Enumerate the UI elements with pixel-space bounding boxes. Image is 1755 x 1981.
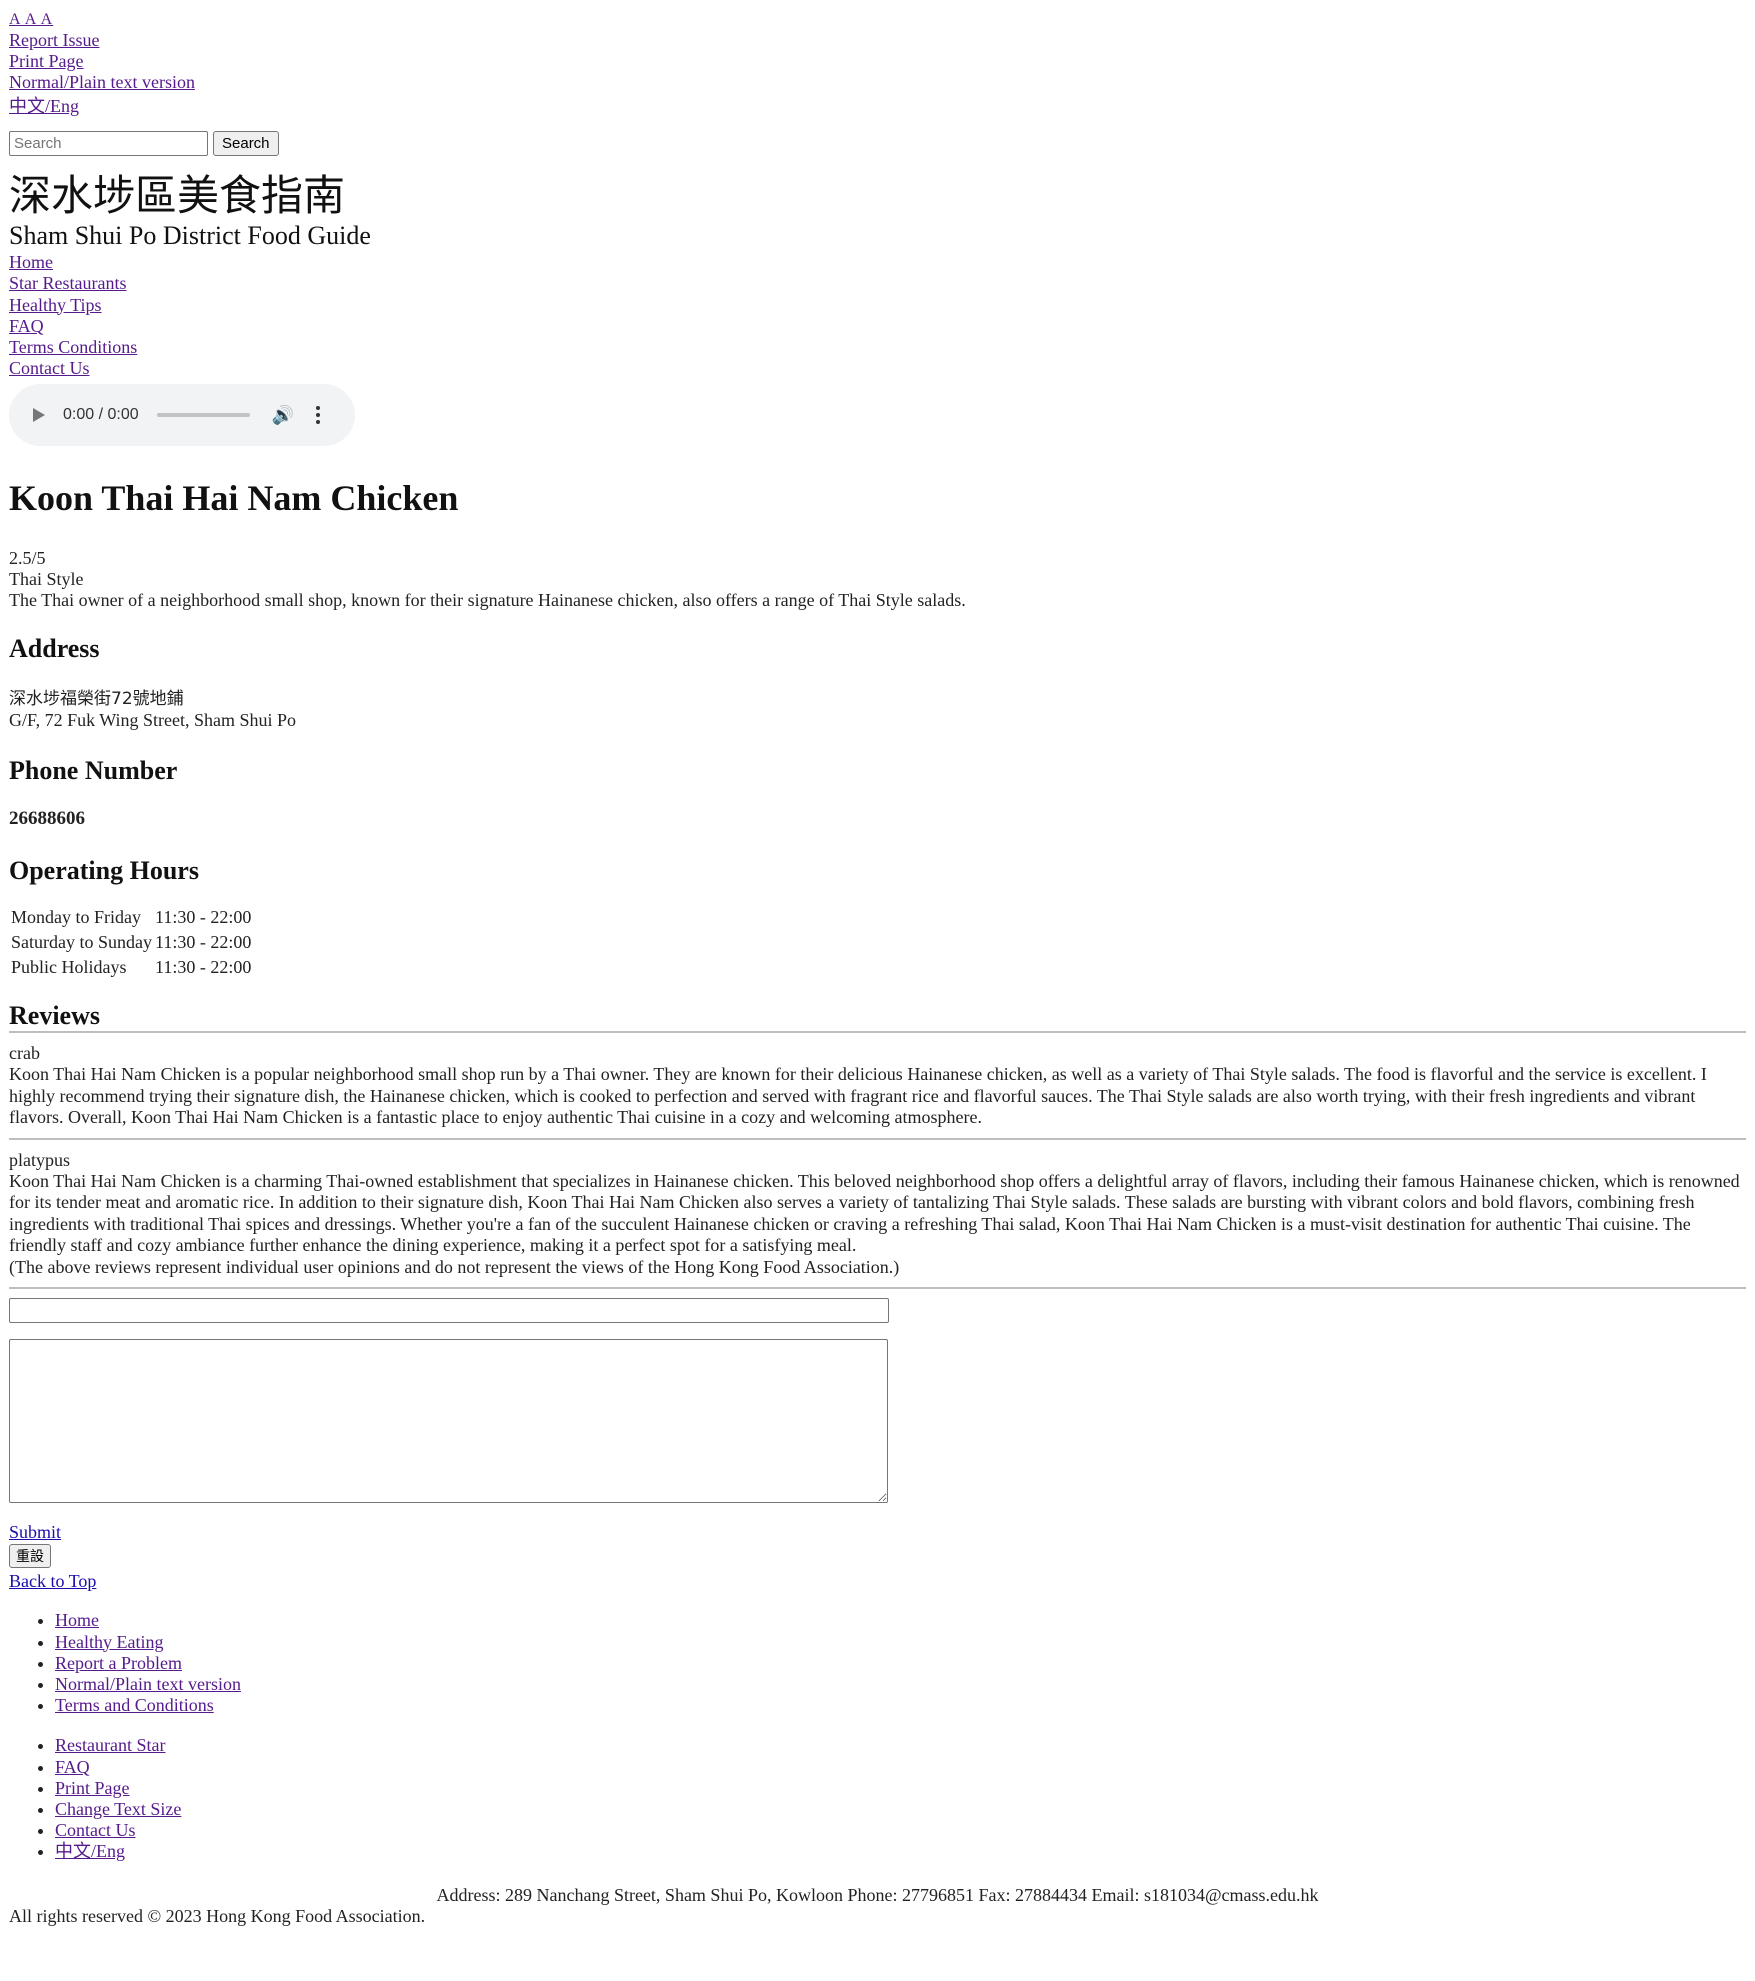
address-chinese: 深水埗福榮街72號地鋪 [9,688,184,709]
review-title-input[interactable] [9,1298,889,1324]
footer-link-terms[interactable]: Terms and Conditions [55,1695,214,1715]
nav-terms-conditions[interactable]: Terms Conditions [9,337,1746,358]
review-textarea[interactable] [9,1339,888,1504]
review-user: crab [9,1043,40,1064]
site-title-english: Sham Shui Po District Food Guide [9,221,371,250]
text-size-link[interactable]: A A A [9,9,1746,30]
footer-link-print-page[interactable]: Print Page [55,1778,130,1798]
table-row: Public Holidays 11:30 - 22:00 [11,955,251,980]
back-to-top-link[interactable]: Back to Top [9,1571,1746,1591]
hours-heading: Operating Hours [9,856,199,886]
more-options-icon[interactable] [316,405,321,424]
hours-time: 11:30 - 22:00 [155,932,252,953]
footer-contact: Address: 289 Nanchang Street, Sham Shui … [436,1884,1319,1905]
accessibility-bar: A A A Report Issue Print Page Normal/Pla… [9,9,1746,117]
nav-faq[interactable]: FAQ [9,316,1746,337]
review-item: platypus Koon Thai Hai Nam Chicken is a … [9,1140,1746,1287]
audio-player: 0:00 / 0:00 🔊 [9,383,355,446]
hours-time: 11:30 - 22:00 [155,957,252,978]
list-item: Restaurant Star [55,1735,1746,1756]
hours-table: Monday to Friday 11:30 - 22:00 Saturday … [8,905,254,980]
footer-link-healthy-eating[interactable]: Healthy Eating [55,1632,163,1652]
review-user: platypus [9,1149,70,1170]
nav-healthy-tips[interactable]: Healthy Tips [9,295,1746,316]
list-item: Report a Problem [55,1653,1746,1674]
reset-button[interactable]: 重設 [9,1544,51,1569]
review-text: Koon Thai Hai Nam Chicken is a charming … [9,1171,1740,1256]
footer-link-home[interactable]: Home [55,1610,99,1630]
restaurant-description: The Thai owner of a neighborhood small s… [9,589,966,610]
address-english: G/F, 72 Fuk Wing Street, Sham Shui Po [9,709,297,730]
list-item: Normal/Plain text version [55,1674,1746,1695]
list-item: 中文/Eng [55,1841,1746,1862]
review-text: Koon Thai Hai Nam Chicken is a popular n… [9,1064,1707,1128]
footer-link-plain-text[interactable]: Normal/Plain text version [55,1674,241,1694]
list-item: Print Page [55,1778,1746,1799]
search-button[interactable]: Search [213,131,279,156]
list-item: FAQ [55,1757,1746,1778]
print-page-link[interactable]: Print Page [9,51,1746,72]
main-nav: Home Star Restaurants Healthy Tips FAQ T… [9,252,1746,380]
table-row: Monday to Friday 11:30 - 22:00 [11,905,251,930]
audio-progress-slider[interactable] [156,412,250,417]
footer-link-language[interactable]: 中文/Eng [55,1841,125,1861]
language-toggle-link[interactable]: 中文/Eng [9,96,1746,117]
search-bar: Search [9,131,1746,156]
table-row: Saturday to Sunday 11:30 - 22:00 [11,930,251,955]
footer-nav-secondary: Restaurant Star FAQ Print Page Change Te… [9,1735,1746,1862]
audio-time: 0:00 / 0:00 [63,405,139,423]
restaurant-name: Koon Thai Hai Nam Chicken [9,477,459,518]
footer-link-text-size[interactable]: Change Text Size [55,1799,181,1819]
reviews-heading: Reviews [9,1001,100,1031]
list-item: Terms and Conditions [55,1695,1746,1716]
nav-contact-us[interactable]: Contact Us [9,358,1746,379]
footer-link-report-problem[interactable]: Report a Problem [55,1653,182,1673]
nav-star-restaurants[interactable]: Star Restaurants [9,273,1746,294]
restaurant-rating: 2.5/5 [9,547,46,568]
review-item: crab Koon Thai Hai Nam Chicken is a popu… [9,1033,1746,1138]
nav-home[interactable]: Home [9,252,1746,273]
play-icon[interactable] [33,407,45,422]
list-item: Home [55,1610,1746,1631]
footer-copyright: All rights reserved © 2023 Hong Kong Foo… [9,1905,426,1926]
hours-time: 11:30 - 22:00 [155,907,252,928]
submit-link[interactable]: Submit [9,1522,1746,1542]
list-item: Change Text Size [55,1799,1746,1820]
footer-link-faq[interactable]: FAQ [55,1757,90,1777]
hours-day: Saturday to Sunday [11,932,152,953]
hours-day: Public Holidays [11,957,127,978]
restaurant-style: Thai Style [9,568,84,589]
footer-link-restaurant-star[interactable]: Restaurant Star [55,1735,165,1755]
address-heading: Address [9,633,100,663]
review-disclaimer: (The above reviews represent individual … [9,1256,900,1277]
phone-number: 26688606 [9,807,85,829]
search-input[interactable] [9,131,208,156]
review-form: Submit 重設 Back to Top [9,1289,1746,1591]
footer-link-contact[interactable]: Contact Us [55,1820,136,1840]
phone-heading: Phone Number [9,755,178,785]
report-issue-link[interactable]: Report Issue [9,30,1746,51]
page: A A A Report Issue Print Page Normal/Pla… [0,0,1755,1927]
plain-text-link[interactable]: Normal/Plain text version [9,72,1746,93]
list-item: Contact Us [55,1820,1746,1841]
volume-icon[interactable]: 🔊 [272,405,294,425]
hours-day: Monday to Friday [11,907,141,928]
list-item: Healthy Eating [55,1632,1746,1653]
footer-nav-primary: Home Healthy Eating Report a Problem Nor… [9,1610,1746,1716]
site-title-chinese: 深水埗區美食指南 [9,171,346,220]
